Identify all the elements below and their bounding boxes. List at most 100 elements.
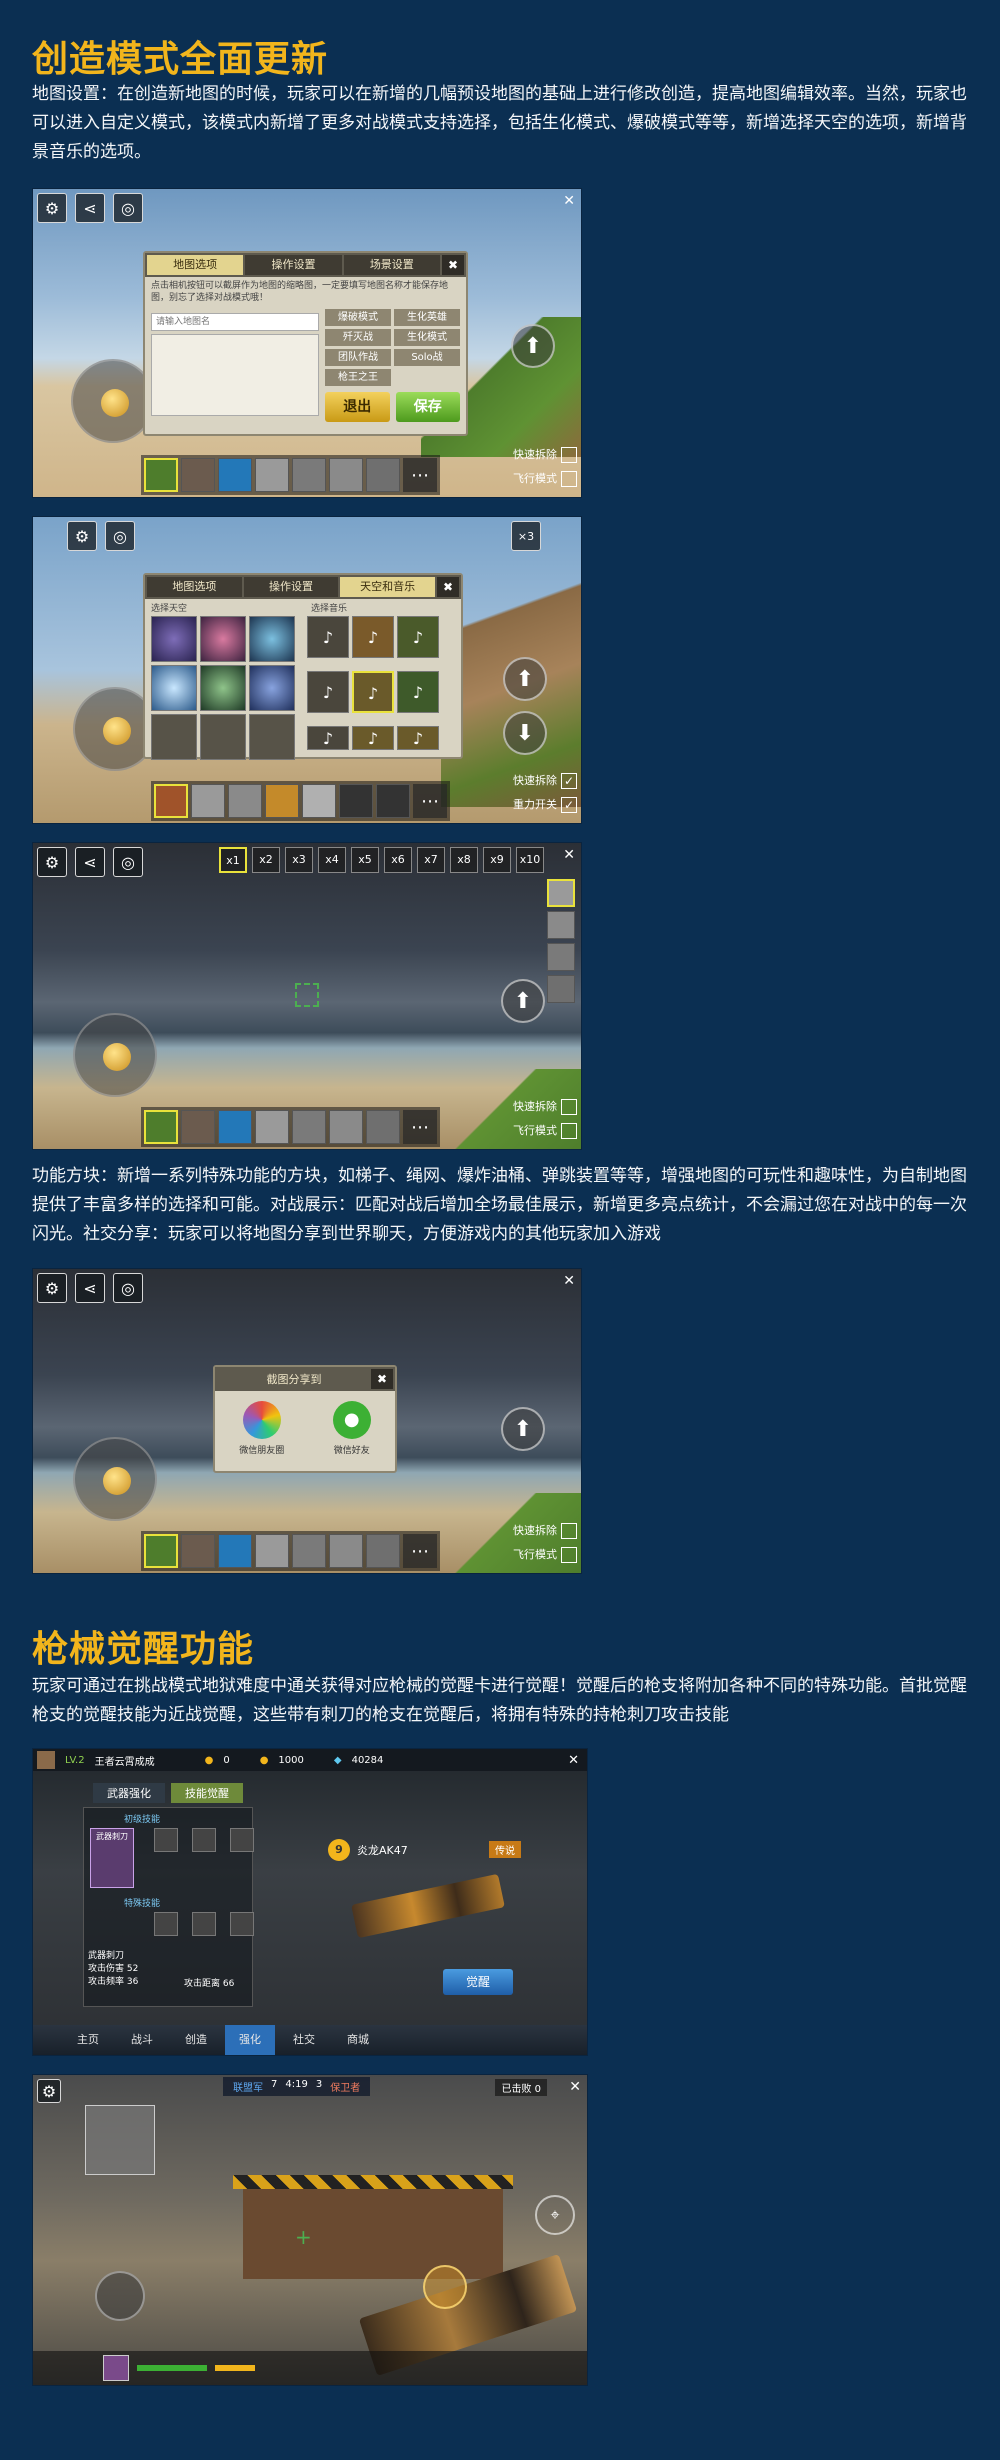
music-option[interactable]: ♪ <box>352 726 394 750</box>
music-option[interactable]: ♪ <box>307 616 349 658</box>
movement-joystick[interactable] <box>73 1013 157 1097</box>
nav-battle[interactable]: 战斗 <box>117 2025 167 2055</box>
settings-icon[interactable]: ⚙ <box>37 1273 67 1303</box>
music-option-selected[interactable]: ♪ <box>352 671 394 713</box>
tab-controls[interactable]: 操作设置 <box>243 577 339 597</box>
music-option[interactable]: ♪ <box>397 671 439 713</box>
music-option[interactable]: ♪ <box>307 671 349 713</box>
zoom-option[interactable]: x6 <box>384 847 412 873</box>
block-slot[interactable] <box>366 458 400 492</box>
mode-option[interactable]: 团队作战 <box>325 349 391 366</box>
jump-button[interactable]: ⬆ <box>501 1407 545 1451</box>
block-slot[interactable] <box>547 911 575 939</box>
jump-button[interactable]: ⬆ <box>511 324 555 368</box>
block-slot[interactable] <box>228 784 262 818</box>
mode-option[interactable]: 生化模式 <box>394 329 460 346</box>
quick-demolish-checkbox[interactable] <box>561 1523 577 1539</box>
music-option[interactable]: ♪ <box>352 616 394 658</box>
block-slot[interactable] <box>329 1534 363 1568</box>
share-moments-button[interactable]: 微信朋友圈 <box>239 1401 284 1456</box>
save-button[interactable]: 保存 <box>395 392 460 422</box>
skill-slot[interactable] <box>230 1828 254 1852</box>
settings-icon[interactable]: ⚙ <box>67 521 97 551</box>
tab-controls[interactable]: 操作设置 <box>245 255 342 275</box>
skill-card[interactable]: 武器刺刀 <box>90 1828 134 1888</box>
block-slot[interactable] <box>144 1534 178 1568</box>
camera-icon[interactable]: ◎ <box>105 521 135 551</box>
more-blocks-button[interactable]: ⋯ <box>403 1110 437 1144</box>
block-slot[interactable] <box>329 458 363 492</box>
mode-option[interactable]: Solo战 <box>394 349 460 366</box>
camera-icon[interactable]: ◎ <box>113 1273 143 1303</box>
block-slot[interactable] <box>265 784 299 818</box>
sky-option-empty[interactable] <box>200 714 246 760</box>
block-slot[interactable] <box>547 943 575 971</box>
close-icon[interactable]: ✕ <box>563 193 575 209</box>
settings-icon[interactable]: ⚙ <box>37 2079 61 2103</box>
sky-option[interactable] <box>249 616 295 662</box>
more-blocks-button[interactable]: ⋯ <box>403 1534 437 1568</box>
zoom-option[interactable]: x5 <box>351 847 379 873</box>
gravity-checkbox[interactable]: ✓ <box>561 797 577 813</box>
sky-option[interactable] <box>200 665 246 711</box>
tab-map-options[interactable]: 地图选项 <box>147 577 242 597</box>
map-name-input[interactable] <box>151 313 319 331</box>
block-slot[interactable] <box>292 1534 326 1568</box>
movement-joystick[interactable] <box>73 1437 157 1521</box>
zoom-option[interactable]: x9 <box>483 847 511 873</box>
jump-button[interactable]: ⬆ <box>501 979 545 1023</box>
share-icon[interactable]: ⋖ <box>75 193 105 223</box>
skill-slot[interactable] <box>192 1828 216 1852</box>
block-slot[interactable] <box>181 458 215 492</box>
quick-demolish-checkbox[interactable] <box>561 1099 577 1115</box>
descend-button[interactable]: ⬇ <box>503 711 547 755</box>
sky-option[interactable] <box>151 616 197 662</box>
block-slot-empty[interactable] <box>376 784 410 818</box>
scope-button[interactable]: ⌖ <box>535 2195 575 2235</box>
block-slot[interactable] <box>154 784 188 818</box>
close-icon[interactable]: ✕ <box>569 2079 581 2095</box>
dpad[interactable] <box>95 2271 145 2321</box>
settings-icon[interactable]: ⚙ <box>37 847 67 877</box>
share-icon[interactable]: ⋖ <box>75 1273 105 1303</box>
fire-button[interactable] <box>423 2265 467 2309</box>
nav-social[interactable]: 社交 <box>279 2025 329 2055</box>
close-icon[interactable]: ✕ <box>563 847 575 863</box>
camera-icon[interactable]: ◎ <box>113 193 143 223</box>
tab-scene[interactable]: 场景设置 <box>343 255 440 275</box>
skill-slot[interactable] <box>230 1912 254 1936</box>
nav-upgrade[interactable]: 强化 <box>225 2025 275 2055</box>
map-description-area[interactable] <box>151 334 319 416</box>
block-slot[interactable] <box>255 1534 289 1568</box>
mode-option[interactable]: 枪王之王 <box>325 369 391 386</box>
block-slot[interactable] <box>144 1110 178 1144</box>
block-slot[interactable] <box>218 1534 252 1568</box>
close-icon[interactable]: ✕ <box>563 1273 575 1289</box>
mode-option[interactable]: 生化英雄 <box>394 309 460 326</box>
block-slot[interactable] <box>191 784 225 818</box>
zoom-option[interactable]: x4 <box>318 847 346 873</box>
block-slot[interactable] <box>255 458 289 492</box>
mode-option[interactable]: 歼灭战 <box>325 329 391 346</box>
block-slot[interactable] <box>547 879 575 907</box>
tab-map-options[interactable]: 地图选项 <box>147 255 244 275</box>
sky-option-empty[interactable] <box>249 714 295 760</box>
nav-shop[interactable]: 商城 <box>333 2025 383 2055</box>
sky-option[interactable] <box>200 616 246 662</box>
tab-skill-awakening[interactable]: 技能觉醒 <box>171 1783 243 1803</box>
skill-slot[interactable] <box>154 1828 178 1852</box>
zoom-option[interactable]: x8 <box>450 847 478 873</box>
settings-icon[interactable]: ⚙ <box>37 193 67 223</box>
zoom-option[interactable]: x7 <box>417 847 445 873</box>
awaken-button[interactable]: 觉醒 <box>443 1969 513 1995</box>
share-icon[interactable]: ⋖ <box>75 847 105 877</box>
fly-mode-checkbox[interactable] <box>561 1123 577 1139</box>
music-option[interactable]: ♪ <box>307 726 349 750</box>
sky-option[interactable] <box>151 665 197 711</box>
zoom-option[interactable]: x1 <box>219 847 247 873</box>
dialog-close-button[interactable]: ✖ <box>441 255 464 275</box>
block-slot[interactable] <box>292 1110 326 1144</box>
skill-slot[interactable] <box>154 1912 178 1936</box>
sky-option[interactable] <box>249 665 295 711</box>
zoom-option[interactable]: x3 <box>285 847 313 873</box>
